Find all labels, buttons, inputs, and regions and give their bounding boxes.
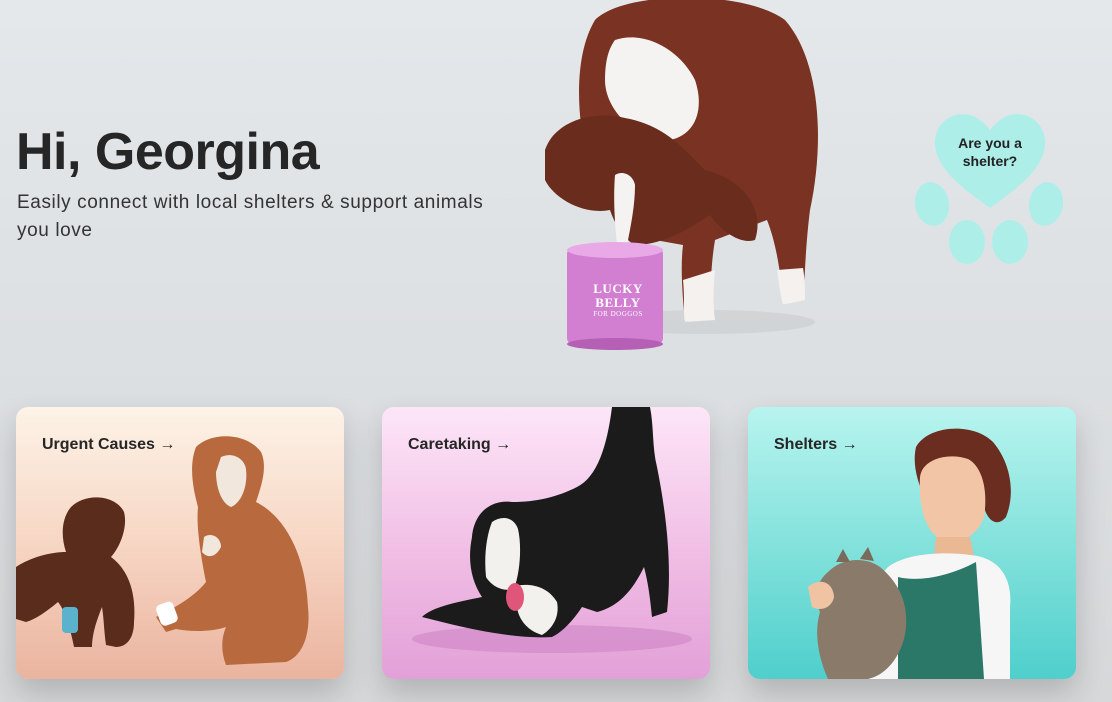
shelter-cta-label[interactable]: Are you a shelter?	[940, 134, 1040, 170]
shelters-title[interactable]: Shelters →	[774, 436, 858, 454]
urgent-causes-title[interactable]: Urgent Causes →	[42, 436, 175, 454]
can-brand-text: LUCKY BELLY	[593, 281, 643, 310]
urgent-causes-card[interactable]: Urgent Causes →	[16, 407, 344, 679]
shelters-card[interactable]: Shelters →	[748, 407, 1076, 679]
caretaking-card[interactable]: Caretaking →	[382, 407, 710, 679]
page-title: Hi, Georgina	[16, 123, 320, 181]
shelter-cta-button[interactable]	[905, 100, 1075, 275]
page-subtitle: Easily connect with local shelters & sup…	[17, 192, 484, 241]
hero-dog-image	[505, 0, 835, 360]
paw-heart-icon	[914, 114, 1064, 264]
can-sub-text: FOR DOGGOS	[593, 310, 643, 318]
caretaking-title[interactable]: Caretaking →	[408, 436, 511, 454]
